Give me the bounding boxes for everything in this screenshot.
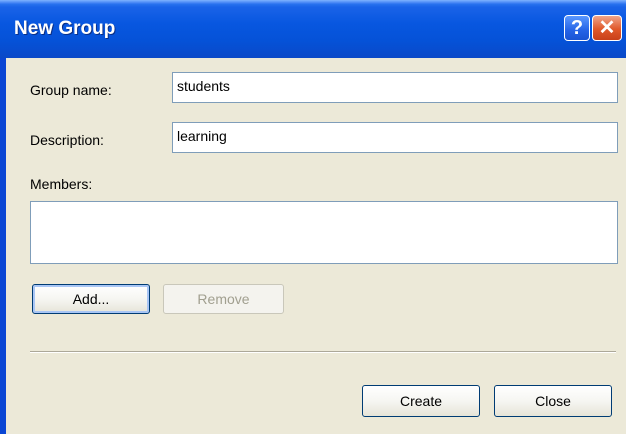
title-bar[interactable]: New Group ? ✕	[0, 0, 626, 58]
group-name-label: Group name:	[30, 82, 112, 98]
close-button-label: Close	[535, 393, 571, 409]
new-group-dialog: New Group ? ✕ Group name: students Descr…	[0, 0, 626, 434]
description-input[interactable]: learning	[172, 122, 618, 153]
help-button[interactable]: ?	[564, 15, 590, 41]
window-title: New Group	[14, 18, 116, 39]
title-bar-highlight	[0, 0, 626, 4]
group-name-input[interactable]: students	[172, 72, 618, 103]
add-button-label: Add...	[72, 291, 110, 307]
description-label: Description:	[30, 132, 104, 148]
close-window-button[interactable]: ✕	[592, 15, 622, 41]
close-icon: ✕	[598, 17, 616, 39]
remove-button-label: Remove	[197, 291, 250, 307]
create-button[interactable]: Create	[362, 385, 480, 417]
create-button-label: Create	[399, 393, 443, 409]
separator-line	[30, 351, 616, 353]
close-button[interactable]: Close	[494, 385, 612, 417]
members-label: Members:	[30, 176, 93, 192]
members-list[interactable]	[30, 201, 618, 264]
remove-button[interactable]: Remove	[163, 284, 284, 314]
dialog-body: Group name: students Description: learni…	[6, 58, 626, 434]
add-button[interactable]: Add...	[32, 284, 150, 314]
help-icon: ?	[570, 17, 584, 39]
